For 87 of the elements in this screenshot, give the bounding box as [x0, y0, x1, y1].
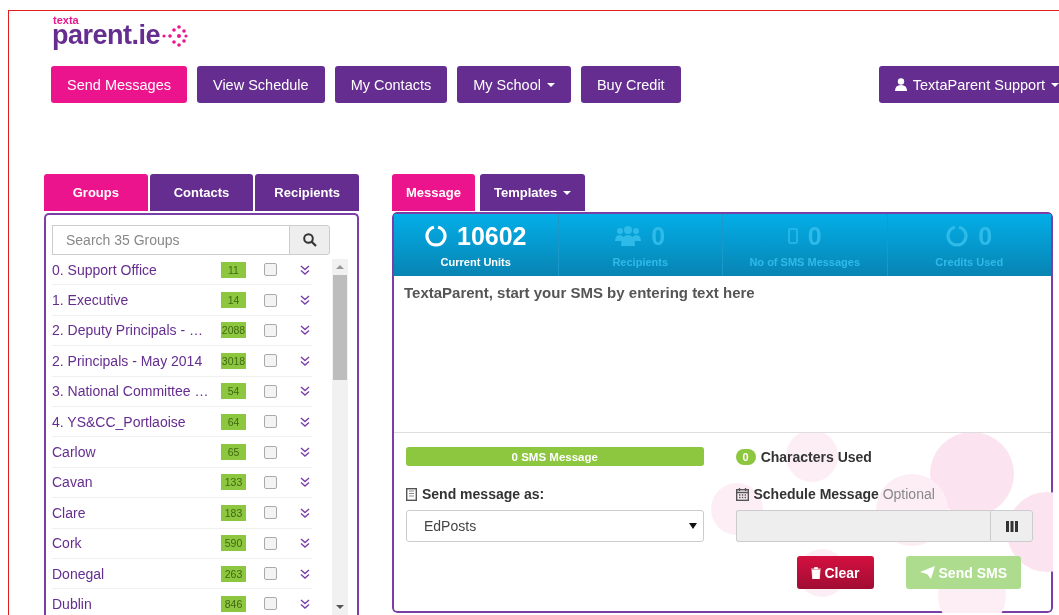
group-name[interactable]: Carlow [52, 444, 221, 461]
trash-icon [810, 566, 821, 579]
nav-button[interactable]: My Contacts [334, 66, 448, 103]
calendar-button[interactable] [990, 510, 1033, 542]
group-name[interactable]: Clare [52, 504, 221, 521]
double-chevron-icon[interactable] [300, 538, 310, 549]
double-chevron-icon[interactable] [300, 507, 310, 518]
building-icon [406, 487, 417, 501]
member-count: 54 [221, 383, 246, 400]
search-button[interactable] [289, 225, 330, 255]
double-chevron-icon[interactable] [300, 325, 310, 336]
user-icon [894, 78, 907, 91]
double-chevron-icon[interactable] [300, 264, 310, 275]
tab[interactable]: Recipients [255, 174, 359, 211]
checkbox[interactable] [264, 263, 277, 277]
people-icon [615, 226, 642, 246]
member-count: 11 [221, 261, 246, 278]
double-chevron-icon[interactable] [300, 568, 310, 579]
sms-count-bar: 0 SMS Message [406, 447, 704, 466]
clear-button[interactable]: Clear [796, 556, 874, 589]
checkbox[interactable] [264, 536, 277, 550]
checkbox[interactable] [264, 597, 277, 611]
tab[interactable]: Message [392, 174, 475, 211]
member-count: 183 [221, 504, 246, 521]
characters-label: Characters Used [760, 448, 872, 465]
nav-button[interactable]: View Schedule [197, 66, 325, 103]
group-name[interactable]: 0. Support Office [52, 261, 221, 278]
double-chevron-icon[interactable] [300, 477, 310, 488]
nav-button[interactable]: My School [457, 66, 571, 103]
user-menu-button[interactable]: TextaParent Support [878, 66, 1059, 103]
double-chevron-icon[interactable] [300, 447, 310, 458]
sender-dropdown[interactable]: EdPosts [406, 510, 704, 542]
ring-icon [425, 225, 447, 247]
group-name[interactable]: 2. Deputy Principals - … [52, 322, 221, 339]
phone-icon [787, 228, 798, 244]
stat-value: 10602 [457, 221, 527, 251]
group-name[interactable]: 2. Principals - May 2014 [52, 352, 221, 369]
tab[interactable]: Groups [44, 174, 148, 211]
double-chevron-icon[interactable] [300, 599, 310, 609]
member-count: 64 [221, 413, 246, 430]
character-count: 0 [735, 448, 756, 465]
scrollbar[interactable] [332, 259, 348, 615]
search-icon [302, 233, 317, 247]
caret-icon [1051, 82, 1059, 87]
double-chevron-icon[interactable] [300, 295, 310, 306]
double-chevron-icon[interactable] [300, 416, 310, 427]
member-count: 65 [221, 444, 246, 461]
checkbox[interactable] [264, 354, 277, 368]
search-field[interactable]: Search 35 Groups [52, 225, 289, 255]
member-count: 14 [221, 292, 246, 309]
checkbox[interactable] [264, 415, 277, 429]
nav-button[interactable]: Send Messages [51, 66, 187, 103]
double-chevron-icon[interactable] [300, 355, 310, 366]
member-count: 590 [221, 535, 246, 552]
member-count: 3018 [221, 352, 246, 369]
checkbox[interactable] [264, 567, 277, 581]
tab[interactable]: Templates [479, 174, 586, 211]
group-name[interactable]: Donegal [52, 565, 221, 582]
grid-icon [1005, 520, 1018, 532]
ring-icon [946, 225, 969, 247]
checkbox[interactable] [264, 293, 277, 307]
checkbox[interactable] [264, 323, 277, 337]
field-label: Send message as: [422, 486, 545, 502]
caret-icon [546, 82, 555, 87]
group-name[interactable]: Dublin [52, 596, 221, 612]
checkbox[interactable] [264, 475, 277, 489]
group-name[interactable]: Cork [52, 535, 221, 552]
member-count: 133 [221, 474, 246, 491]
stat-label: Current Units [440, 256, 511, 268]
field-label: Schedule Message Optional [753, 486, 935, 502]
paper-plane-icon [919, 566, 935, 579]
calendar-icon [735, 487, 749, 501]
caret-icon [563, 190, 572, 195]
group-name[interactable]: 3. National Committee … [52, 383, 221, 400]
member-count: 846 [221, 596, 246, 612]
double-chevron-icon[interactable] [300, 386, 310, 397]
nav-button[interactable]: Buy Credit [580, 66, 681, 103]
checkbox[interactable] [264, 506, 277, 520]
group-name[interactable]: 1. Executive [52, 292, 221, 309]
member-count: 263 [221, 565, 246, 582]
logo[interactable]: texta parent.ie [52, 15, 189, 49]
group-name[interactable]: Cavan [52, 474, 221, 491]
member-count: 2088 [221, 322, 246, 339]
checkbox[interactable] [264, 445, 277, 459]
group-name[interactable]: 4. YS&CC_Portlaoise [52, 413, 221, 430]
tab[interactable]: Contacts [149, 174, 254, 211]
checkbox[interactable] [264, 384, 277, 398]
